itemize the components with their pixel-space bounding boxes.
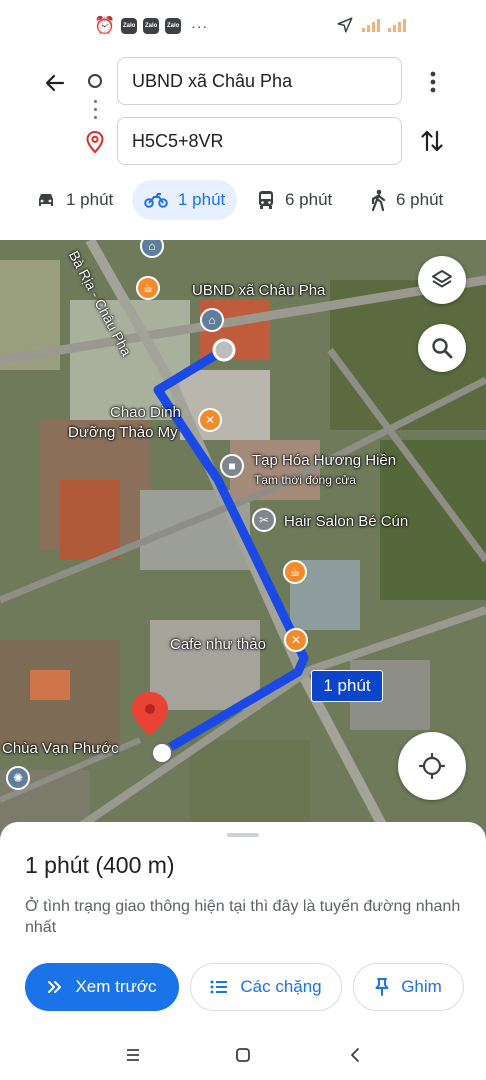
crosshair-icon xyxy=(418,752,446,780)
poi-label-chao-line1[interactable]: Chao Dinh xyxy=(110,404,181,422)
home-square-icon xyxy=(236,1048,250,1062)
poi-label-cafe[interactable]: Cafe như thảo xyxy=(170,636,266,654)
more-vert-icon xyxy=(430,71,436,93)
restaurant-icon[interactable]: ✕ xyxy=(198,408,222,432)
search-button[interactable] xyxy=(418,324,466,372)
swap-button[interactable] xyxy=(416,125,448,157)
signal-icon xyxy=(388,18,406,32)
poi-label-hair-salon[interactable]: Hair Salon Bé Cún xyxy=(284,513,408,531)
origin-circle-icon xyxy=(88,74,102,88)
route-end-marker xyxy=(151,742,173,764)
mode-transit[interactable]: 6 phút xyxy=(245,180,344,220)
destination-pin-icon xyxy=(86,130,104,158)
more-options-button[interactable] xyxy=(418,66,448,98)
restaurant-icon[interactable]: ✕ xyxy=(284,628,308,652)
pushpin-icon xyxy=(375,978,389,996)
temple-icon[interactable]: ✺ xyxy=(6,766,30,790)
mode-car[interactable]: 1 phút xyxy=(24,180,125,220)
steps-button-label: Các chặng xyxy=(240,977,322,996)
route-description: Ở tình trạng giao thông hiện tại thì đây… xyxy=(25,898,461,936)
zalo-icon: Zalo xyxy=(143,18,160,34)
notification-icons: ⏰ Zalo Zalo Zalo ··· xyxy=(94,16,208,36)
signal-icon xyxy=(362,18,380,32)
cafe-icon[interactable]: ☕ xyxy=(136,276,160,300)
menu-lines-icon xyxy=(127,1049,139,1061)
origin-field[interactable]: UBND xã Châu Pha xyxy=(117,57,402,105)
system-nav-bar xyxy=(0,1030,486,1080)
poi-label-tap-hoa[interactable]: Tạp Hóa Hương Hiền xyxy=(252,452,396,470)
travel-modes: 1 phút 1 phút 6 phút 6 phút xyxy=(0,180,486,222)
home-button[interactable] xyxy=(230,1042,256,1068)
pin-button[interactable]: Ghim xyxy=(353,963,464,1011)
walk-icon xyxy=(371,189,386,211)
system-back-button[interactable] xyxy=(342,1042,368,1068)
zalo-icon: Zalo xyxy=(121,18,138,34)
recent-apps-button[interactable] xyxy=(120,1042,146,1068)
swap-vertical-icon xyxy=(421,130,443,152)
scissors-icon[interactable]: ✂ xyxy=(252,508,276,532)
search-icon xyxy=(432,338,453,359)
list-icon xyxy=(210,980,228,994)
chevron-left-icon xyxy=(351,1048,359,1062)
map-view[interactable]: Bà Rịa - Châu Pha ⌂ ☕ UBND xã Châu Pha ⌂… xyxy=(0,240,486,840)
more-notifications-icon: ··· xyxy=(191,18,209,34)
layers-icon xyxy=(432,270,452,288)
shopping-bag-icon[interactable]: ■ xyxy=(220,454,244,478)
location-arrow-icon xyxy=(337,17,353,33)
mode-car-label: 1 phút xyxy=(66,190,114,209)
preview-button[interactable]: Xem trước xyxy=(25,963,179,1011)
government-building-icon[interactable]: ⌂ xyxy=(200,308,224,332)
back-button[interactable] xyxy=(38,66,72,100)
double-chevron-right-icon xyxy=(48,981,62,993)
mode-motorbike-label: 1 phút xyxy=(178,190,226,209)
transit-icon xyxy=(259,191,273,209)
poi-label-chao-line2[interactable]: Dưỡng Thảo My xyxy=(68,424,178,442)
car-icon xyxy=(39,194,53,206)
preview-button-label: Xem trước xyxy=(75,977,157,996)
mode-walk-label: 6 phút xyxy=(396,190,444,209)
my-location-button[interactable] xyxy=(398,732,466,800)
mode-walk[interactable]: 6 phút xyxy=(358,180,455,220)
alarm-icon: ⏰ xyxy=(94,16,116,35)
route-connector-dots xyxy=(94,100,97,119)
poi-label-chua[interactable]: Chùa Vạn Phước xyxy=(2,740,119,758)
route-summary: 1 phút (400 m) xyxy=(25,852,175,878)
destination-field[interactable]: H5C5+8VR xyxy=(117,117,402,165)
cafe-icon[interactable]: ☕ xyxy=(283,560,307,584)
layers-button[interactable] xyxy=(418,256,466,304)
route-time-callout[interactable]: 1 phút xyxy=(311,670,383,702)
poi-label-ubnd[interactable]: UBND xã Châu Pha xyxy=(192,282,325,300)
drag-handle[interactable] xyxy=(227,833,259,837)
steps-button[interactable]: Các chặng xyxy=(190,963,342,1011)
poi-status-closed: Tạm thời đóng cửa xyxy=(254,473,356,487)
route-start-marker xyxy=(212,338,236,362)
mode-motorbike[interactable]: 1 phút xyxy=(132,180,238,220)
status-right xyxy=(336,16,406,34)
mode-transit-label: 6 phút xyxy=(285,190,333,209)
motorbike-icon xyxy=(144,193,168,208)
pin-button-label: Ghim xyxy=(401,977,442,996)
zalo-icon: Zalo xyxy=(165,18,182,34)
arrow-left-icon xyxy=(45,74,65,92)
status-bar: ⏰ Zalo Zalo Zalo ··· xyxy=(0,0,486,52)
